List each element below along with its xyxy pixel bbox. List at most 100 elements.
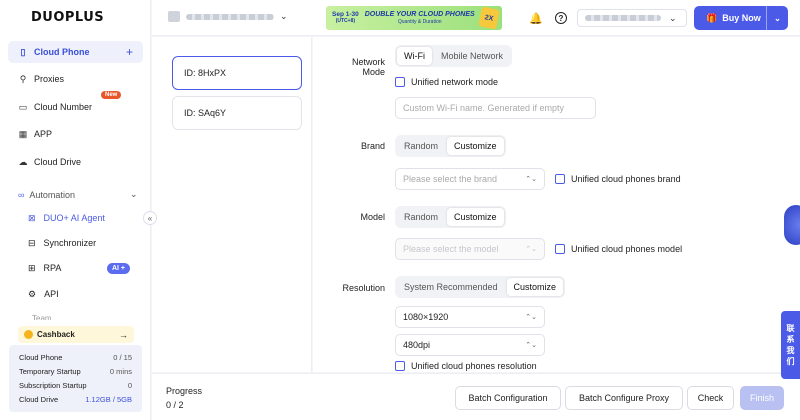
resolution-dpi-select[interactable]: 480dpi ⌃⌄ (395, 334, 545, 356)
option-random[interactable]: Random (397, 137, 445, 155)
usage-label: Subscription Startup (19, 380, 87, 390)
usage-label: Cloud Phone (19, 352, 63, 362)
team-name-redacted (186, 13, 274, 20)
chevron-down-icon: ⌄ (669, 12, 677, 23)
cloud-icon: ☁ (18, 156, 28, 167)
model-select[interactable]: Please select the model ⌃⌄ (395, 238, 545, 260)
checkbox-box[interactable] (395, 361, 405, 371)
select-value: 480dpi (403, 340, 431, 350)
option-customize[interactable]: Customize (506, 278, 564, 296)
brand-toggle: Random Customize (395, 135, 506, 157)
usage-value: 0 / 15 (113, 352, 132, 362)
checkbox-box[interactable] (395, 77, 405, 87)
sidebar-item-rpa[interactable]: ⊞ RPA AI + (8, 257, 143, 279)
model-toggle: Random Customize (395, 206, 506, 228)
select-value: 1080×1920 (403, 312, 449, 322)
sidebar-item-cloud-drive[interactable]: ☁ Cloud Drive (8, 151, 143, 173)
promo-headline: DOUBLE YOUR CLOUD PHONES (364, 11, 475, 18)
checkbox-box[interactable] (555, 174, 565, 184)
ai-plus-badge: AI + (106, 262, 130, 274)
chevron-down-icon[interactable]: ⌄ (767, 14, 788, 23)
gift-icon: 🎁 (706, 12, 718, 23)
label-line: Mode (362, 67, 385, 77)
collapse-sidebar-button[interactable]: « (143, 211, 157, 225)
wifi-name-input[interactable]: Custom Wi-Fi name. Generated if empty (395, 97, 596, 119)
buy-now-button[interactable]: 🎁 Buy Now ⌄ (694, 6, 788, 30)
option-customize[interactable]: Customize (447, 208, 504, 226)
contact-char: 们 (786, 357, 795, 366)
option-mobile-network[interactable]: Mobile Network (434, 47, 510, 65)
checkbox-label: Unified network mode (411, 77, 499, 87)
assistant-float-icon[interactable] (784, 205, 800, 245)
sidebar-item-label: API (44, 289, 59, 299)
updown-chevron-icon: ⌃⌄ (525, 314, 537, 321)
promo-banner[interactable]: Sep 1-30 (UTC+8) DOUBLE YOUR CLOUD PHONE… (326, 6, 502, 30)
network-mode-toggle: Wi-Fi Mobile Network (395, 45, 513, 67)
user-menu[interactable]: ⌄ (577, 9, 687, 27)
usage-row: Temporary Startup 0 mins (19, 364, 132, 378)
checkbox-box[interactable] (555, 244, 565, 254)
finish-button[interactable]: Finish (740, 386, 784, 410)
promo-timezone: (UTC+8) (335, 18, 356, 24)
automation-section-toggle[interactable]: ∞ Automation ⌄ (18, 189, 138, 200)
resolution-toggle: System Recommended Customize (395, 276, 566, 298)
sidebar-item-cloud-number[interactable]: ▭ Cloud Number New (8, 91, 143, 118)
option-system-recommended[interactable]: System Recommended (397, 278, 505, 296)
option-random[interactable]: Random (397, 208, 445, 226)
bell-icon[interactable]: 🔔 (529, 11, 543, 25)
device-list: ID: 8HxPX ID: SAq6Y (152, 37, 312, 372)
sidebar-item-app[interactable]: ▦ APP (8, 123, 143, 145)
chevron-down-icon: ⌄ (129, 189, 138, 199)
team-switcher[interactable]: ⌄ (168, 11, 288, 22)
unified-resolution-checkbox[interactable]: Unified cloud phones resolution (395, 361, 537, 371)
cashback-banner[interactable]: Cashback → (18, 326, 134, 343)
option-wifi[interactable]: Wi-Fi (397, 47, 432, 65)
sync-icon: ⊟ (28, 237, 36, 248)
phone-icon: ▯ (20, 46, 26, 57)
sidebar-item-label: RPA (43, 263, 62, 273)
proxy-icon: ⚲ (19, 73, 27, 84)
batch-configure-proxy-button[interactable]: Batch Configure Proxy (565, 386, 683, 410)
input-placeholder: Custom Wi-Fi name. Generated if empty (403, 103, 565, 113)
unified-model-checkbox[interactable]: Unified cloud phones model (555, 244, 682, 254)
unified-network-checkbox[interactable]: Unified network mode (395, 77, 498, 87)
unified-brand-checkbox[interactable]: Unified cloud phones brand (555, 174, 681, 184)
sidebar-item-label: Cloud Number (34, 102, 93, 112)
contact-us-tab[interactable]: 联 系 我 们 (781, 311, 800, 379)
checkbox-label: Unified cloud phones model (571, 244, 683, 254)
resolution-size-select[interactable]: 1080×1920 ⌃⌄ (395, 306, 545, 328)
buy-now-main[interactable]: 🎁 Buy Now (694, 13, 766, 24)
usage-row: Cloud Drive 1.12GB / 5GB (19, 392, 132, 406)
brand-select[interactable]: Please select the brand ⌃⌄ (395, 168, 545, 190)
check-button[interactable]: Check (687, 386, 734, 410)
contact-char: 系 (786, 335, 795, 344)
usage-label: Temporary Startup (19, 366, 81, 376)
sidebar-item-label: Cloud Drive (34, 157, 82, 167)
option-customize[interactable]: Customize (447, 137, 504, 155)
sidebar-item-cloud-phone[interactable]: ▯ Cloud Phone + (8, 41, 143, 63)
help-icon[interactable]: ? (555, 12, 567, 24)
sidebar-item-ai-agent[interactable]: ⊠ DUO+ AI Agent (8, 207, 143, 229)
batch-configuration-button[interactable]: Batch Configuration (455, 386, 561, 410)
sidebar: DUOPLUS ▯ Cloud Phone + ⚲ Proxies ▭ Clou… (0, 0, 151, 420)
sidebar-item-team[interactable]: Team (32, 314, 52, 320)
device-id: ID: SAq6Y (184, 108, 227, 118)
duoplus-logo[interactable]: DUOPLUS (31, 10, 104, 25)
sidebar-item-api[interactable]: ⚙ API (8, 283, 143, 305)
coin-icon (24, 330, 33, 339)
sidebar-item-synchronizer[interactable]: ⊟ Synchronizer (8, 232, 143, 254)
device-card[interactable]: ID: SAq6Y (172, 96, 302, 130)
number-icon: ▭ (18, 101, 28, 112)
usage-value: 0 (127, 380, 132, 390)
sidebar-item-label: APP (34, 129, 53, 139)
sidebar-item-proxies[interactable]: ⚲ Proxies (8, 68, 143, 90)
cashback-label: Cashback (37, 330, 75, 339)
app-grid-icon: ▦ (18, 128, 28, 139)
promo-text-block: DOUBLE YOUR CLOUD PHONES Quantity & Dura… (365, 11, 475, 25)
add-icon[interactable]: + (126, 45, 133, 59)
updown-chevron-icon: ⌃⌄ (525, 246, 537, 253)
device-card[interactable]: ID: 8HxPX (172, 56, 302, 90)
usage-row: Subscription Startup 0 (19, 378, 132, 392)
new-badge: New (101, 91, 122, 99)
network-mode-label: Network Mode (313, 57, 385, 77)
